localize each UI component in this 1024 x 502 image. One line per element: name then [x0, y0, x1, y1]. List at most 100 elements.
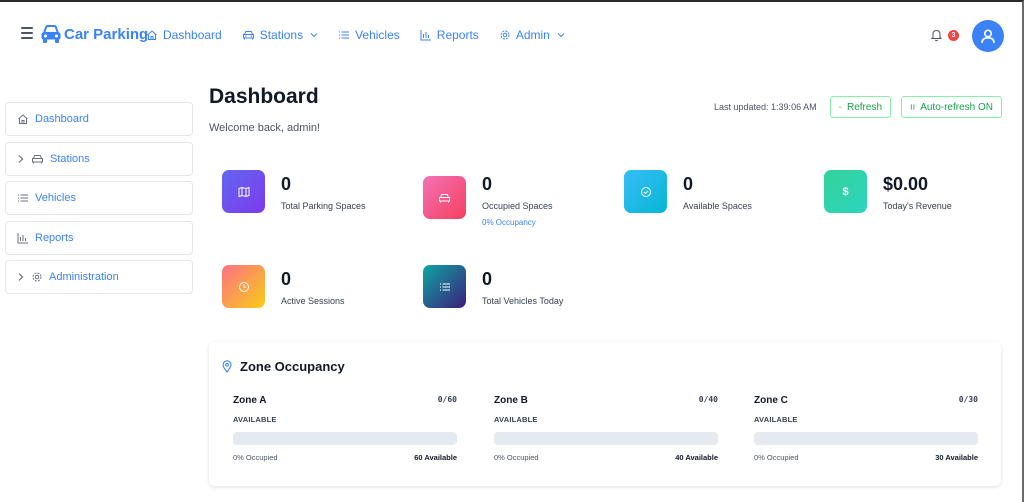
stat-occupied-spaces: 0 Occupied Spaces 0% Occupancy: [423, 174, 553, 227]
zone-status: AVAILABLE: [494, 415, 538, 424]
stat-todays-revenue: $ $0.00 Today's Revenue: [824, 170, 952, 213]
gear-icon: [32, 272, 42, 282]
nav-reports[interactable]: Reports: [420, 28, 479, 42]
zone-occupancy-title: Zone Occupancy: [240, 359, 345, 374]
auto-refresh-label: Auto-refresh ON: [920, 101, 993, 113]
sidebar-item-administration[interactable]: Administration: [5, 260, 193, 294]
map-pin-icon: [222, 360, 232, 373]
chevron-down-icon: [310, 33, 318, 38]
nav-stations[interactable]: Stations: [242, 28, 318, 42]
home-icon: [147, 30, 157, 40]
sidebar-item-stations[interactable]: Stations: [5, 141, 193, 176]
clock-icon: [222, 265, 265, 308]
zone-available: 40 Available: [675, 453, 718, 462]
sidebar-item-label: Stations: [50, 152, 90, 165]
gear-icon: [500, 30, 510, 40]
list-icon: [339, 31, 350, 39]
main-nav: Dashboard Stations Vehicles Reports Admi…: [146, 28, 585, 42]
page-title: Dashboard: [209, 85, 319, 108]
sidebar-item-label: Vehicles: [35, 192, 76, 204]
notification-badge: 3: [948, 30, 959, 41]
stat-total-parking-spaces: 0 Total Parking Spaces: [222, 170, 366, 213]
stat-available-spaces: 0 Available Spaces: [624, 170, 752, 213]
sidebar-item-label: Reports: [35, 231, 74, 244]
auto-refresh-button[interactable]: Auto-refresh ON: [901, 96, 1002, 118]
nav-admin[interactable]: Admin: [499, 28, 565, 42]
zone-name: Zone A: [233, 395, 267, 406]
last-updated-text: Last updated: 1:39:06 AM: [714, 102, 817, 112]
nav-dashboard[interactable]: Dashboard: [146, 28, 222, 42]
bell-icon[interactable]: [930, 28, 943, 42]
car-logo-icon: [41, 25, 61, 43]
stat-value: 0: [683, 174, 694, 194]
stat-label: Total Vehicles Today: [482, 296, 564, 306]
zone-count: 0/60: [437, 395, 457, 404]
zone-count: 0/30: [958, 395, 978, 404]
refresh-button[interactable]: Refresh: [830, 96, 891, 118]
zone-status: AVAILABLE: [233, 415, 277, 424]
bar-chart-icon: [17, 232, 28, 243]
zone-progress-bar: [754, 432, 978, 445]
occupancy-percent: 0% Occupancy: [482, 218, 536, 227]
zone-occupied: 0% Occupied: [494, 453, 539, 462]
zone-count: 0/40: [698, 395, 718, 404]
pause-icon: [910, 104, 915, 110]
brand-logo[interactable]: Car Parking: [40, 24, 148, 44]
stat-value: $0.00: [883, 174, 929, 194]
stat-value: 0: [482, 269, 493, 289]
stat-total-vehicles-today: 0 Total Vehicles Today: [423, 265, 563, 308]
chevron-down-icon: [557, 33, 565, 38]
sidebar: Dashboard Stations Vehicles Reports Admi…: [5, 102, 193, 300]
sidebar-item-vehicles[interactable]: Vehicles: [5, 181, 193, 215]
zone-available: 60 Available: [414, 453, 457, 462]
welcome-message: Welcome back, admin!: [209, 122, 321, 134]
brand-name: Car Parking: [64, 25, 149, 43]
zone-occupied: 0% Occupied: [754, 453, 799, 462]
user-avatar[interactable]: [972, 20, 1004, 52]
zone-occupancy-panel: Zone Occupancy Zone A 0/60 AVAILABLE 0% …: [209, 342, 1001, 486]
list-icon: [423, 265, 466, 308]
zone-status: AVAILABLE: [754, 415, 798, 424]
refresh-icon: [839, 105, 842, 109]
user-icon: [981, 29, 995, 44]
nav-vehicles-label: Vehicles: [355, 28, 400, 42]
stat-label: Today's Revenue: [883, 201, 952, 211]
car-icon: [32, 154, 43, 163]
zone-card-a: Zone A 0/60 AVAILABLE 0% Occupied 60 Ava…: [233, 395, 457, 462]
stat-label: Occupied Spaces: [482, 201, 553, 211]
zone-available: 30 Available: [935, 453, 978, 462]
list-icon: [18, 194, 28, 202]
sidebar-item-label: Administration: [49, 271, 119, 283]
map-icon: [222, 170, 265, 213]
sidebar-item-dashboard[interactable]: Dashboard: [5, 102, 193, 136]
car-icon: [423, 176, 466, 219]
nav-dashboard-label: Dashboard: [163, 28, 222, 42]
zone-progress-bar: [233, 432, 457, 445]
zone-name: Zone C: [754, 395, 788, 406]
zone-occupied: 0% Occupied: [233, 453, 278, 462]
bar-chart-icon: [420, 30, 431, 41]
chevron-right-icon[interactable]: [17, 272, 25, 282]
zone-occupancy-header: Zone Occupancy: [222, 359, 345, 374]
home-icon: [18, 114, 28, 124]
nav-vehicles[interactable]: Vehicles: [338, 28, 400, 42]
stat-label: Total Parking Spaces: [281, 201, 366, 211]
check-circle-icon: [624, 170, 667, 213]
stat-label: Active Sessions: [281, 296, 345, 306]
nav-admin-label: Admin: [515, 28, 550, 42]
app-window: Car Parking Dashboard Stations Vehicles …: [0, 0, 1024, 502]
zone-card-b: Zone B 0/40 AVAILABLE 0% Occupied 40 Ava…: [494, 395, 718, 462]
sidebar-item-label: Dashboard: [35, 113, 89, 125]
stat-label: Available Spaces: [683, 201, 752, 211]
zone-progress-bar: [494, 432, 718, 445]
dollar-icon: $: [824, 170, 867, 213]
zone-name: Zone B: [494, 395, 528, 406]
zone-card-c: Zone C 0/30 AVAILABLE 0% Occupied 30 Ava…: [754, 395, 978, 462]
car-icon: [242, 31, 254, 40]
hamburger-menu-icon[interactable]: [21, 27, 33, 39]
chevron-right-icon[interactable]: [17, 154, 25, 164]
sidebar-item-reports[interactable]: Reports: [5, 220, 193, 255]
nav-reports-label: Reports: [436, 28, 479, 42]
stat-value: 0: [482, 174, 493, 194]
refresh-label: Refresh: [846, 101, 882, 113]
